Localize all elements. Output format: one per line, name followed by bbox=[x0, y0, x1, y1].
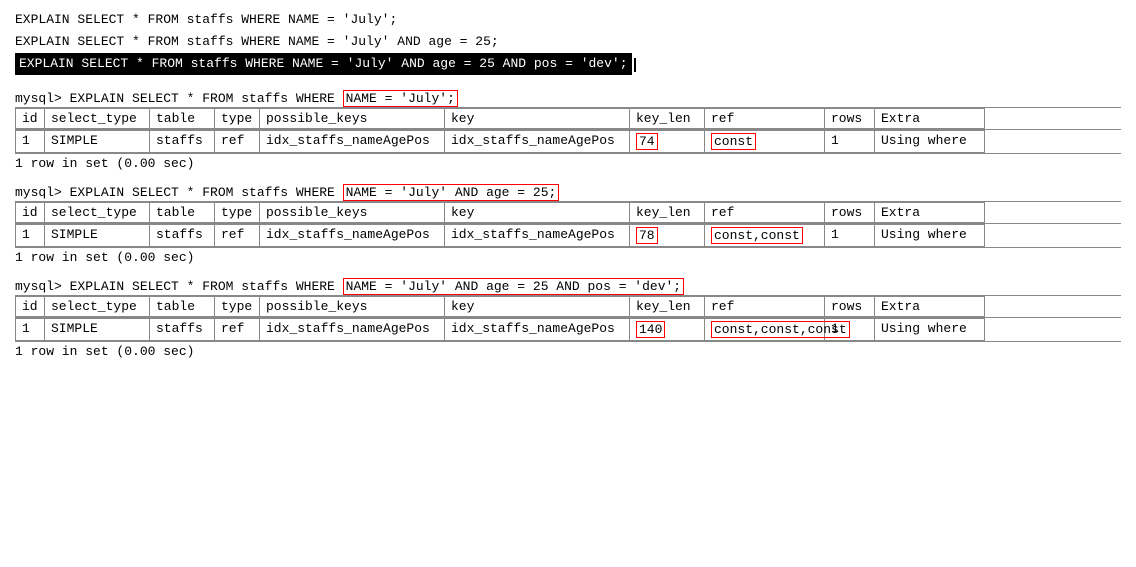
keylen-highlight: 78 bbox=[636, 227, 658, 244]
prompt-text-1: mysql> EXPLAIN SELECT * FROM staffs WHER… bbox=[15, 185, 343, 200]
editor-section: EXPLAIN SELECT * FROM staffs WHERE NAME … bbox=[15, 10, 1121, 77]
bot-divider-1 bbox=[15, 247, 1121, 248]
ref-highlight: const,const bbox=[711, 227, 803, 244]
row-count-0: 1 row in set (0.00 sec) bbox=[15, 156, 1121, 171]
bot-divider-2 bbox=[15, 341, 1121, 342]
row-count-1: 1 row in set (0.00 sec) bbox=[15, 250, 1121, 265]
condition-highlight-2: NAME = 'July' AND age = 25 AND pos = 'de… bbox=[343, 278, 684, 295]
result-section-1: mysql> EXPLAIN SELECT * FROM staffs WHER… bbox=[15, 185, 1121, 265]
result-section-0: mysql> EXPLAIN SELECT * FROM staffs WHER… bbox=[15, 91, 1121, 171]
ref-highlight: const bbox=[711, 133, 756, 150]
row-count-2: 1 row in set (0.00 sec) bbox=[15, 344, 1121, 359]
table-row: idselect_typetabletypepossible_keyskeyke… bbox=[15, 108, 1121, 129]
mysql-prompt-0: mysql> EXPLAIN SELECT * FROM staffs WHER… bbox=[15, 91, 1121, 106]
table-row: 1SIMPLEstaffsrefidx_staffs_nameAgePosidx… bbox=[15, 224, 1121, 247]
prompt-text-0: mysql> EXPLAIN SELECT * FROM staffs WHER… bbox=[15, 91, 343, 106]
result-section-2: mysql> EXPLAIN SELECT * FROM staffs WHER… bbox=[15, 279, 1121, 359]
condition-highlight-1: NAME = 'July' AND age = 25; bbox=[343, 184, 560, 201]
prompt-text-2: mysql> EXPLAIN SELECT * FROM staffs WHER… bbox=[15, 279, 343, 294]
editor-line-1: EXPLAIN SELECT * FROM staffs WHERE NAME … bbox=[15, 10, 1121, 30]
condition-highlight-0: NAME = 'July'; bbox=[343, 90, 458, 107]
keylen-highlight: 74 bbox=[636, 133, 658, 150]
editor-line-3: EXPLAIN SELECT * FROM staffs WHERE NAME … bbox=[15, 53, 632, 75]
results-container: mysql> EXPLAIN SELECT * FROM staffs WHER… bbox=[15, 91, 1121, 359]
text-cursor bbox=[634, 58, 636, 72]
table-row: idselect_typetabletypepossible_keyskeyke… bbox=[15, 202, 1121, 223]
table-row: 1SIMPLEstaffsrefidx_staffs_nameAgePosidx… bbox=[15, 318, 1121, 341]
mysql-prompt-1: mysql> EXPLAIN SELECT * FROM staffs WHER… bbox=[15, 185, 1121, 200]
mysql-prompt-2: mysql> EXPLAIN SELECT * FROM staffs WHER… bbox=[15, 279, 1121, 294]
keylen-highlight: 140 bbox=[636, 321, 665, 338]
bot-divider-0 bbox=[15, 153, 1121, 154]
table-row: 1SIMPLEstaffsrefidx_staffs_nameAgePosidx… bbox=[15, 130, 1121, 153]
table-row: idselect_typetabletypepossible_keyskeyke… bbox=[15, 296, 1121, 317]
editor-line-2: EXPLAIN SELECT * FROM staffs WHERE NAME … bbox=[15, 32, 1121, 52]
